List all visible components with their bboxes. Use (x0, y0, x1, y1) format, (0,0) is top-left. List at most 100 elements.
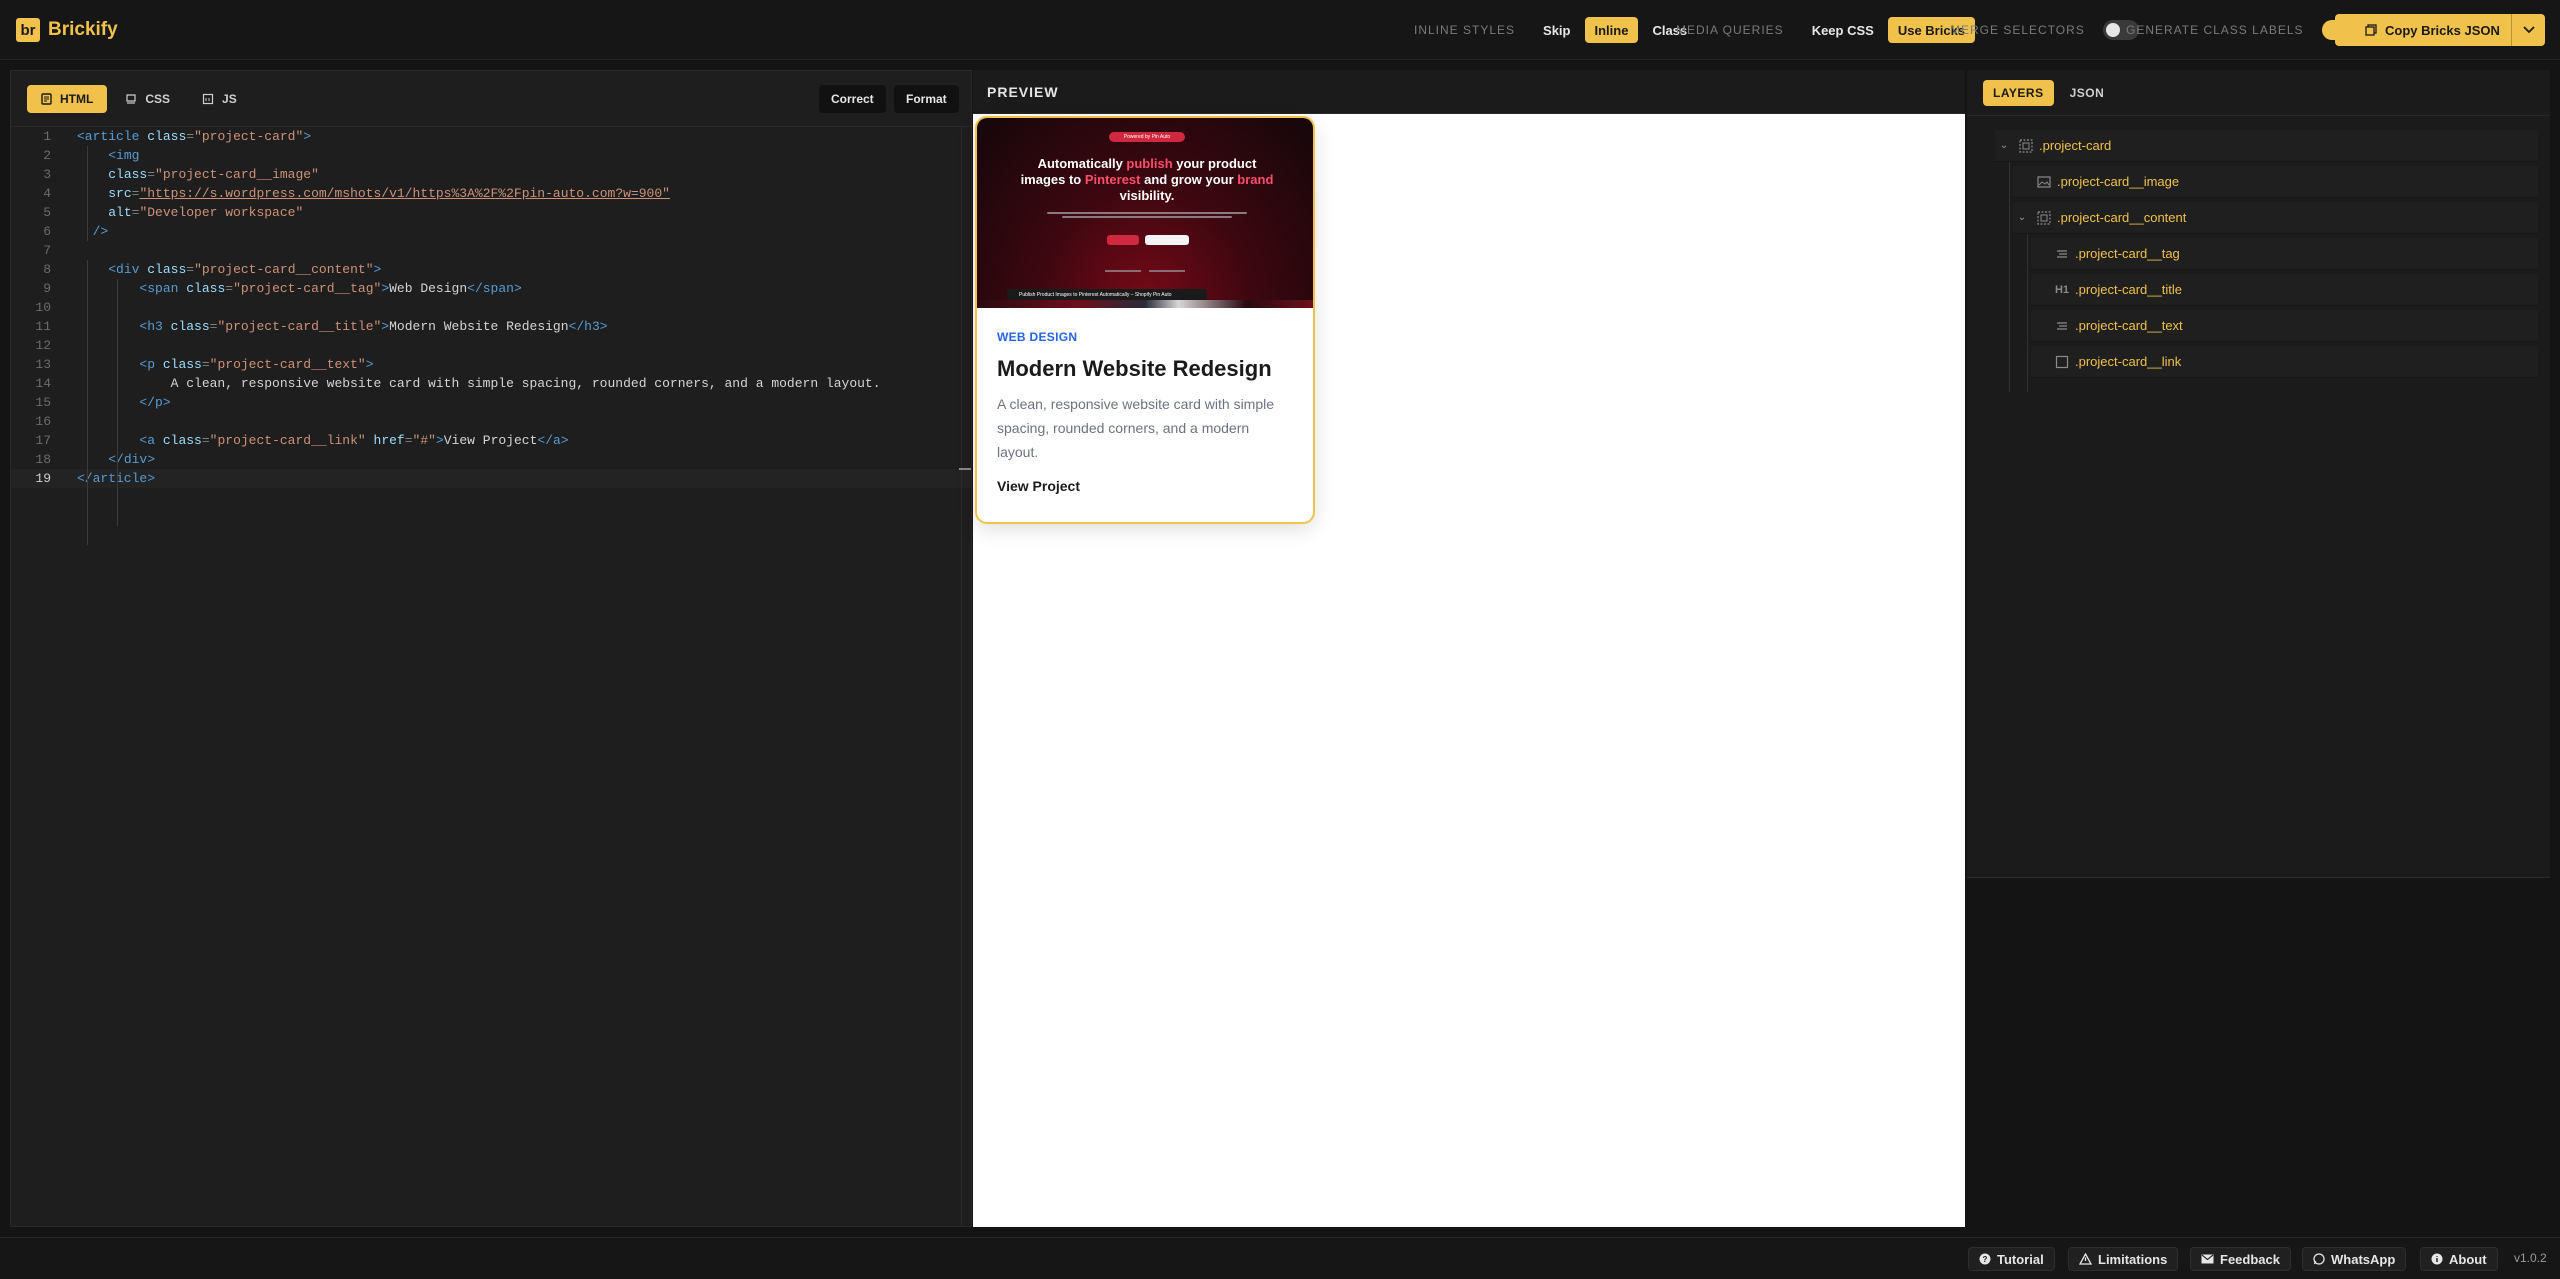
copy-bricks-json-button[interactable]: Copy Bricks JSON (2335, 14, 2545, 46)
toggle-knob (2105, 23, 2120, 37)
inline-styles-group: INLINE STYLES Skip Inline Class (1414, 16, 1697, 44)
line-number: 19 (35, 471, 51, 486)
image-cta-secondary (1145, 235, 1189, 245)
editor-scrollbar-thumb[interactable] (959, 468, 971, 470)
brand-logo-icon: br (16, 18, 40, 42)
top-bar: br Brickify INLINE STYLES Skip Inline Cl… (0, 0, 2560, 60)
code-text: <a class="project-card__link" href="#">V… (139, 433, 569, 448)
indent-guide (87, 260, 88, 545)
layer-label: .project-card__image (2057, 174, 2180, 189)
layer-item-project-card-title[interactable]: H1 .project-card__title (2031, 274, 2538, 306)
layer-item-project-card-tag[interactable]: .project-card__tag (2031, 238, 2538, 270)
project-card-image: Powered by Pin Auto Automatically publis… (977, 118, 1313, 308)
line-number: 2 (43, 148, 51, 163)
layer-item-project-card-text[interactable]: .project-card__text (2031, 310, 2538, 342)
line-number: 18 (35, 452, 51, 467)
chevron-down-icon[interactable]: ⌄ (2013, 212, 2031, 223)
limitations-button[interactable]: Limitations (2068, 1247, 2179, 1271)
media-queries-group: MEDIA QUERIES Keep CSS Use Bricks (1676, 16, 1976, 44)
text-icon (2049, 321, 2075, 331)
layers-panel: LAYERS JSON ⌄ .project-card .project-car… (1967, 70, 2550, 878)
feedback-label: Feedback (2220, 1251, 2280, 1267)
image-bottom-strip (977, 300, 1313, 308)
code-line[interactable]: 11 <h3 class="project-card__title">Moder… (11, 317, 971, 336)
code-area[interactable]: 1 <article class="project-card"> 2 <img 3 c… (11, 127, 971, 488)
project-card-link[interactable]: View Project (997, 478, 1293, 494)
tab-layers[interactable]: LAYERS (1983, 79, 2054, 106)
code-line[interactable]: 13 <p class="project-card__text"> (11, 355, 971, 374)
image-icon (2031, 175, 2057, 188)
media-queries-keep-css[interactable]: Keep CSS (1802, 17, 1884, 43)
code-line[interactable]: 14 A clean, responsive website card with… (11, 374, 971, 393)
code-line[interactable]: 10 (11, 298, 971, 317)
tree-line (2027, 218, 2028, 392)
tutorial-button[interactable]: ? Tutorial (1968, 1247, 2055, 1271)
image-cta-primary (1107, 235, 1139, 245)
code-line[interactable]: 3 class="project-card__image" (11, 165, 971, 184)
code-line[interactable]: 6 /> (11, 222, 971, 241)
code-line[interactable]: 15 </p> (11, 393, 971, 412)
line-number: 1 (43, 129, 51, 144)
headline-part: visibility. (1119, 188, 1175, 203)
code-line[interactable]: 16 (11, 412, 971, 431)
layer-item-project-card-content[interactable]: ⌄ .project-card__content (2013, 202, 2538, 234)
headline-part: Automatically (1037, 156, 1127, 171)
code-line[interactable]: 17 <a class="project-card__link" href="#… (11, 431, 971, 450)
tab-json[interactable]: JSON (2060, 80, 2115, 106)
line-number: 7 (43, 243, 51, 258)
line-number: 8 (43, 262, 51, 277)
code-line[interactable]: 9 <span class="project-card__tag">Web De… (11, 279, 971, 298)
project-card-content: Web Design Modern Website Redesign A cle… (977, 308, 1313, 494)
code-line[interactable]: 12 (11, 336, 971, 355)
copy-json-main[interactable]: Copy Bricks JSON (2335, 23, 2511, 38)
code-line[interactable]: 8 <div class="project-card__content"> (11, 260, 971, 279)
feedback-button[interactable]: Feedback (2190, 1247, 2291, 1271)
mail-icon (2201, 1254, 2214, 1264)
tab-css-label: CSS (145, 91, 171, 106)
layers-tabs: LAYERS JSON (1967, 70, 2550, 116)
code-line[interactable]: 19 </article> (11, 469, 971, 488)
preview-header: PREVIEW (973, 70, 1965, 114)
copy-options-dropdown[interactable] (2511, 14, 2545, 46)
code-line[interactable]: 2 <img (11, 146, 971, 165)
tab-js[interactable]: JS (188, 85, 251, 113)
indent-guide (117, 279, 118, 526)
bottom-bar: ? Tutorial Limitations Feedback WhatsApp… (0, 1237, 2560, 1279)
indent-guide (87, 146, 88, 241)
tab-html[interactable]: HTML (27, 84, 108, 113)
correct-button[interactable]: Correct (819, 85, 886, 113)
code-line[interactable]: 4 src="https://s.wordpress.com/mshots/v1… (11, 184, 971, 203)
code-text: </div> (108, 452, 156, 467)
code-line[interactable]: 1 <article class="project-card"> (11, 127, 971, 146)
js-file-icon (202, 93, 214, 104)
code-line[interactable]: 5 alt="Developer workspace" (11, 203, 971, 222)
project-card-title: Modern Website Redesign (997, 356, 1272, 381)
layer-label: .project-card__text (2075, 318, 2183, 333)
tree-line (2009, 130, 2010, 392)
layer-item-project-card[interactable]: ⌄ .project-card (1995, 130, 2538, 162)
project-card-text: A clean, responsive website card with si… (997, 396, 1275, 460)
editor-toolbar: HTML CSS JS Correct Format (11, 71, 971, 127)
html-file-icon (41, 92, 52, 105)
line-number: 4 (43, 186, 51, 201)
headline-part: and grow your (1140, 172, 1238, 187)
code-text: alt="Developer workspace" (108, 205, 304, 220)
code-line[interactable]: 18 </div> (11, 450, 971, 469)
whatsapp-button[interactable]: WhatsApp (2302, 1247, 2407, 1271)
chevron-down-icon[interactable]: ⌄ (1995, 140, 2013, 151)
about-button[interactable]: About (2420, 1247, 2498, 1271)
layer-item-project-card-link[interactable]: .project-card__link (2031, 346, 2538, 378)
code-text: <div class="project-card__content"> (108, 262, 382, 277)
headline-part: publish (1126, 156, 1173, 171)
format-button[interactable]: Format (894, 85, 959, 113)
code-line[interactable]: 7 (11, 241, 971, 260)
about-label: About (2449, 1251, 2487, 1267)
project-card: Powered by Pin Auto Automatically publis… (975, 116, 1315, 524)
layer-item-project-card-image[interactable]: .project-card__image (2013, 166, 2538, 198)
tab-css[interactable]: CSS (111, 85, 184, 113)
inline-styles-inline[interactable]: Inline (1584, 17, 1639, 43)
inline-styles-skip[interactable]: Skip (1533, 17, 1580, 43)
code-text: src="https://s.wordpress.com/mshots/v1/h… (108, 186, 670, 201)
